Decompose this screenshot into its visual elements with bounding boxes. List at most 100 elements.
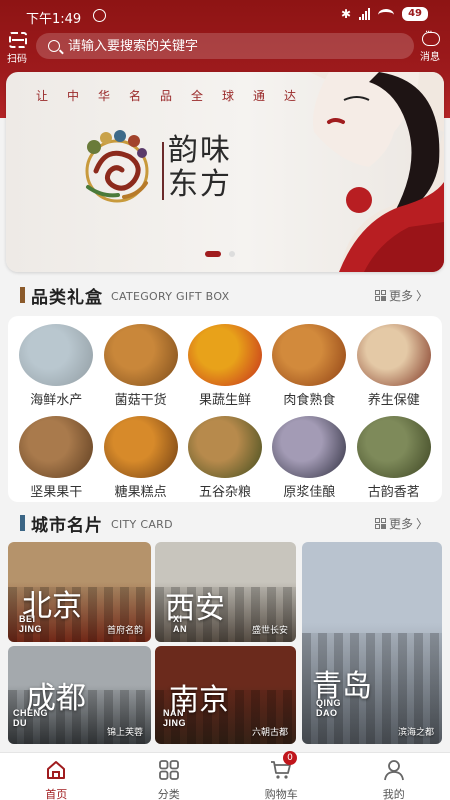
category-thumbnail: [187, 324, 262, 386]
category-item[interactable]: 古韵香茗: [352, 416, 436, 500]
city-pinyin-line2: AN: [173, 624, 187, 634]
category-item[interactable]: 原浆佳酿: [267, 416, 351, 500]
category-item-label: 果蔬生鲜: [198, 393, 251, 408]
category-item[interactable]: 菌菇干货: [98, 324, 182, 408]
scan-button[interactable]: 扫码: [6, 32, 30, 65]
category-item[interactable]: 海鲜水产: [14, 324, 98, 408]
user-icon: [383, 760, 404, 781]
category-thumbnail: [356, 324, 431, 386]
city-pinyin: QING DAO: [316, 698, 341, 718]
city-pinyin: NAN JING: [163, 708, 186, 728]
category-thumbnail: [19, 324, 94, 386]
nav-category[interactable]: 分类: [113, 753, 226, 800]
city-pinyin: BEI JING: [19, 614, 42, 634]
nav-category-label: 分类: [157, 788, 180, 800]
city-pinyin-line2: JING: [163, 718, 187, 728]
category-thumbnail: [272, 416, 347, 478]
city-subtitle: CITY CARD: [111, 518, 173, 531]
banner-dot-active[interactable]: [205, 251, 221, 257]
category-more-label: 更多: [388, 288, 413, 303]
category-thumbnail: [356, 416, 431, 478]
city-tagline: 锦上芙蓉: [106, 728, 143, 738]
category-item[interactable]: 果蔬生鲜: [183, 324, 267, 408]
category-item[interactable]: 养生保健: [352, 324, 436, 408]
category-thumbnail: [187, 416, 262, 478]
section-accent-bar: [20, 515, 25, 531]
status-time: 下午1:49: [26, 12, 82, 27]
category-item-label: 肉食熟食: [283, 393, 336, 408]
category-section-header: 品类礼盒 CATEGORY GIFT BOX 更多 〉: [20, 284, 440, 308]
category-item[interactable]: 糖果糕点: [98, 416, 182, 500]
nav-profile[interactable]: 我的: [338, 753, 450, 800]
grid-small-icon: [374, 517, 386, 529]
brand-logo: [85, 130, 149, 203]
category-item[interactable]: 坚果果干: [14, 416, 98, 500]
city-card[interactable]: 青岛 QING DAO 滨海之都: [302, 542, 442, 744]
city-more-link[interactable]: 更多 〉: [374, 515, 428, 532]
city-card[interactable]: 南京 NAN JING 六朝古都: [155, 646, 296, 744]
search-input[interactable]: [68, 38, 388, 54]
city-pinyin: XI AN: [173, 614, 187, 634]
nav-home[interactable]: 首页: [0, 753, 113, 800]
city-tagline: 六朝古都: [251, 728, 288, 738]
category-item-label: 原浆佳酿: [283, 485, 336, 500]
message-button[interactable]: 消息: [418, 27, 444, 63]
city-pinyin-line2: DU: [13, 718, 27, 728]
status-bar: 下午1:49 ✱ 49: [0, 0, 450, 32]
chevron-right-icon: 〉: [415, 516, 428, 531]
city-card[interactable]: 西安 XI AN 盛世长安: [155, 542, 296, 642]
scan-icon: [9, 32, 27, 48]
city-more-label: 更多: [388, 516, 413, 531]
city-card[interactable]: 成都 CHENG DU 锦上芙蓉: [8, 646, 151, 744]
promo-banner[interactable]: 让中华名品全球通达 韵味东方: [6, 72, 444, 272]
chevron-right-icon: 〉: [415, 288, 428, 303]
scan-label: 扫码: [7, 54, 27, 65]
city-pinyin-line2: DAO: [316, 708, 338, 718]
category-item-label: 糖果糕点: [114, 485, 167, 500]
category-more-link[interactable]: 更多 〉: [374, 287, 428, 304]
city-tagline: 滨海之都: [397, 728, 434, 738]
category-item-label: 菌菇干货: [114, 393, 167, 408]
category-subtitle: CATEGORY GIFT BOX: [111, 290, 230, 303]
search-bar[interactable]: [36, 33, 414, 59]
city-pinyin-line1: BEI: [19, 614, 36, 624]
battery-indicator: 49: [402, 7, 428, 21]
wifi-icon: [378, 9, 395, 19]
city-title: 城市名片: [31, 515, 103, 536]
category-item-label: 海鲜水产: [30, 393, 83, 408]
banner-pagination: [205, 251, 235, 257]
bluetooth-icon: ✱: [341, 7, 352, 21]
city-card[interactable]: 北京 BEI JING 首府名韵: [8, 542, 151, 642]
city-pinyin-line1: CHENG: [13, 708, 49, 718]
category-item[interactable]: 五谷杂粮: [183, 416, 267, 500]
category-card: 海鲜水产 菌菇干货 果蔬生鲜 肉食熟食 养生保健坚果果干 糖果糕点 五谷杂粮 原浆佳酿 古韵香茗: [8, 316, 442, 502]
section-accent-bar: [20, 287, 25, 303]
message-icon: [422, 27, 440, 46]
city-tagline: 盛世长安: [251, 626, 288, 636]
category-thumbnail: [103, 324, 178, 386]
city-pinyin-line1: XI: [173, 614, 183, 624]
signal-icon: [359, 8, 371, 20]
banner-brand: 韵味东方: [168, 133, 232, 202]
city-pinyin-line1: QING: [316, 698, 342, 708]
city-pinyin-line1: NAN: [163, 708, 184, 718]
banner-dot[interactable]: [229, 251, 235, 257]
nav-cart-label: 购物车: [264, 788, 298, 800]
city-pinyin-line2: JING: [19, 624, 43, 634]
category-thumbnail: [272, 324, 347, 386]
search-icon: [48, 40, 60, 52]
bottom-nav: 首页 分类 0 购物车 我的: [0, 751, 450, 800]
city-tagline: 首府名韵: [106, 626, 143, 636]
category-title: 品类礼盒: [31, 287, 103, 308]
category-item[interactable]: 肉食熟食: [267, 324, 351, 408]
category-item-label: 养生保健: [367, 393, 420, 408]
banner-divider: [162, 142, 164, 200]
alarm-icon: [93, 9, 106, 22]
banner-lady-illustration: [309, 72, 444, 272]
nav-home-label: 首页: [45, 788, 68, 800]
grid-small-icon: [374, 289, 386, 301]
category-item-label: 古韵香茗: [367, 485, 420, 500]
nav-cart[interactable]: 0 购物车: [225, 751, 338, 800]
home-icon: [47, 761, 66, 779]
category-thumbnail: [19, 416, 94, 478]
